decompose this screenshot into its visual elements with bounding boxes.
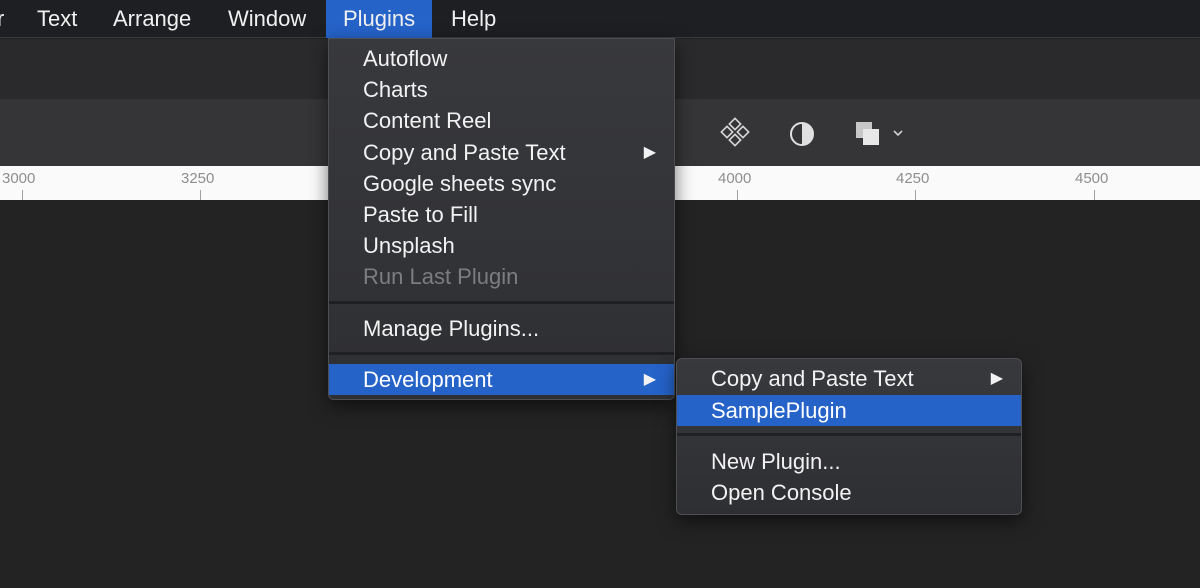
menu-item-label: Google sheets sync bbox=[363, 171, 557, 196]
development-submenu: Copy and Paste Text ▶ SamplePlugin New P… bbox=[676, 358, 1022, 515]
ruler-label: 4500 bbox=[1075, 170, 1109, 187]
submenu-arrow-icon: ▶ bbox=[643, 371, 656, 388]
components-icon[interactable] bbox=[720, 117, 752, 154]
menubar-item-window[interactable]: Window bbox=[228, 0, 306, 38]
menu-item-paste-to-fill[interactable]: Paste to Fill bbox=[329, 199, 674, 230]
ruler-label: 3250 bbox=[181, 170, 215, 187]
menu-item-charts[interactable]: Charts bbox=[329, 74, 674, 105]
ruler-tick bbox=[737, 190, 738, 200]
ruler-tick bbox=[200, 190, 201, 200]
menu-item-label: Development bbox=[363, 367, 493, 392]
menu-item-label: Autoflow bbox=[363, 46, 448, 71]
submenu-arrow-icon: ▶ bbox=[990, 370, 1003, 387]
menu-item-manage-plugins[interactable]: Manage Plugins... bbox=[329, 313, 674, 344]
menu-item-label: Content Reel bbox=[363, 108, 492, 133]
menubar-item-plugins[interactable]: Plugins bbox=[326, 0, 433, 38]
menu-item-content-reel[interactable]: Content Reel bbox=[329, 105, 674, 136]
menu-item-label: New Plugin... bbox=[711, 449, 841, 474]
menu-item-label: Copy and Paste Text bbox=[363, 140, 566, 165]
menu-item-run-last-plugin: Run Last Plugin bbox=[329, 261, 674, 292]
menu-item-autoflow[interactable]: Autoflow bbox=[329, 43, 674, 74]
submenu-arrow-icon: ▶ bbox=[643, 144, 656, 161]
layers-dropdown-icon[interactable] bbox=[853, 119, 909, 154]
menubar-item-arrange[interactable]: Arrange bbox=[113, 0, 191, 38]
menu-item-label: Open Console bbox=[711, 480, 852, 505]
menu-separator bbox=[329, 301, 674, 304]
menu-item-label: Run Last Plugin bbox=[363, 264, 519, 289]
menubar-item-text[interactable]: Text bbox=[37, 0, 77, 38]
menu-item-development[interactable]: Development ▶ bbox=[329, 364, 674, 395]
menu-item-label: Paste to Fill bbox=[363, 202, 478, 227]
submenu-item-new-plugin[interactable]: New Plugin... bbox=[677, 446, 1021, 477]
menu-item-label: SamplePlugin bbox=[711, 398, 847, 423]
submenu-item-sampleplugin[interactable]: SamplePlugin bbox=[677, 395, 1021, 426]
menu-separator bbox=[677, 433, 1021, 436]
menu-bar: r Text Arrange Window Plugins Help bbox=[0, 0, 1200, 38]
menubar-item-help[interactable]: Help bbox=[451, 0, 496, 38]
ruler-tick bbox=[1094, 190, 1095, 200]
menu-item-unsplash[interactable]: Unsplash bbox=[329, 230, 674, 261]
menu-separator bbox=[329, 352, 674, 355]
menu-item-copy-and-paste-text[interactable]: Copy and Paste Text ▶ bbox=[329, 137, 674, 168]
menu-item-label: Manage Plugins... bbox=[363, 316, 540, 341]
contrast-icon[interactable] bbox=[787, 119, 817, 154]
plugins-menu: Autoflow Charts Content Reel Copy and Pa… bbox=[328, 38, 675, 400]
ruler-tick bbox=[22, 190, 23, 200]
submenu-item-open-console[interactable]: Open Console bbox=[677, 477, 1021, 508]
ruler-tick bbox=[915, 190, 916, 200]
menu-item-label: Charts bbox=[363, 77, 428, 102]
ruler-label: 4250 bbox=[896, 170, 930, 187]
menu-item-label: Unsplash bbox=[363, 233, 455, 258]
ruler-label: 3000 bbox=[2, 170, 36, 187]
submenu-item-copy-and-paste-text[interactable]: Copy and Paste Text ▶ bbox=[677, 363, 1021, 394]
menubar-item-editor[interactable]: r bbox=[0, 0, 4, 38]
menu-item-google-sheets-sync[interactable]: Google sheets sync bbox=[329, 168, 674, 199]
ruler-label: 4000 bbox=[718, 170, 752, 187]
menu-item-label: Copy and Paste Text bbox=[711, 366, 914, 391]
